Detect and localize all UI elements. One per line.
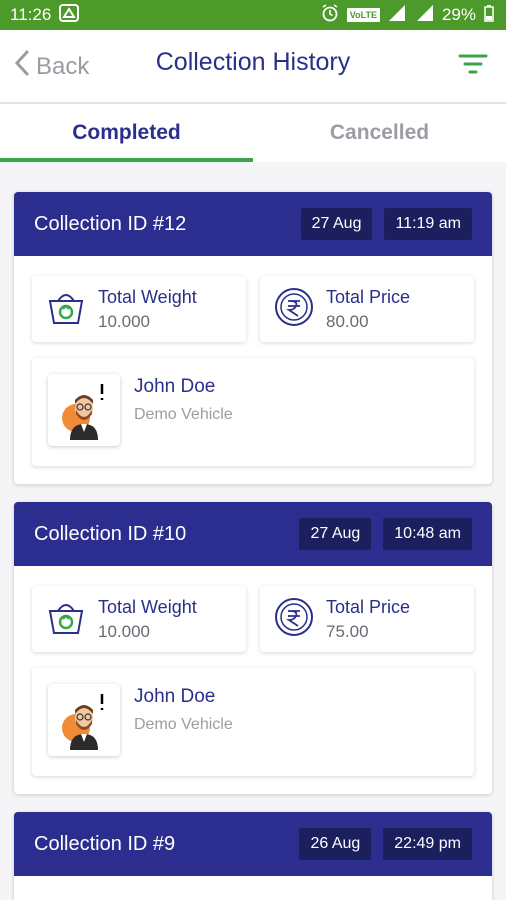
collection-id: Collection ID #10 bbox=[34, 522, 187, 545]
total-weight-box: Total Weight 10.000 bbox=[32, 276, 246, 342]
avatar bbox=[48, 684, 120, 756]
card-header: Collection ID #12 27 Aug 11:19 am bbox=[14, 192, 492, 256]
collector-box: John Doe Demo Vehicle bbox=[32, 358, 474, 466]
card-header: Collection ID #9 26 Aug 22:49 pm bbox=[14, 812, 492, 876]
app-notification-icon bbox=[59, 3, 80, 27]
collection-list: Collection ID #12 27 Aug 11:19 am Total … bbox=[0, 162, 506, 900]
status-bar: 11:26 VoLTE 29% bbox=[0, 0, 506, 30]
tab-cancelled[interactable]: Cancelled bbox=[253, 104, 506, 162]
collection-card[interactable]: Collection ID #10 27 Aug 10:48 am Total … bbox=[14, 502, 492, 794]
total-price-label: Total Price bbox=[326, 286, 411, 307]
total-weight-box: Total Weight 10.000 bbox=[32, 586, 246, 652]
date-badge: 27 Aug bbox=[299, 518, 372, 550]
battery-icon bbox=[484, 4, 494, 27]
time-badge: 11:19 am bbox=[384, 208, 472, 240]
rupee-coin-icon bbox=[274, 287, 314, 332]
date-badge: 27 Aug bbox=[300, 208, 373, 240]
card-header: Collection ID #10 27 Aug 10:48 am bbox=[14, 502, 492, 566]
alarm-icon bbox=[321, 3, 339, 27]
recycle-basket-icon bbox=[46, 597, 86, 642]
tab-bar: Completed Cancelled bbox=[0, 104, 506, 162]
collection-id: Collection ID #12 bbox=[34, 212, 187, 235]
time-badge: 22:49 pm bbox=[383, 828, 472, 860]
total-price-value: 80.00 bbox=[326, 311, 369, 331]
page-title: Collection History bbox=[155, 48, 351, 76]
total-price-box: Total Price 75.00 bbox=[260, 586, 474, 652]
total-price-box: Total Price 80.00 bbox=[260, 276, 474, 342]
date-badge: 26 Aug bbox=[299, 828, 372, 860]
total-weight-label: Total Weight bbox=[98, 286, 197, 307]
app-bar: Back Collection History bbox=[0, 30, 506, 104]
collection-card[interactable]: Collection ID #9 26 Aug 22:49 pm bbox=[14, 812, 492, 900]
filter-button[interactable] bbox=[458, 52, 488, 81]
signal-4g-icon bbox=[414, 4, 434, 27]
recycle-basket-icon bbox=[46, 287, 86, 332]
vehicle-name: Demo Vehicle bbox=[134, 406, 233, 423]
vehicle-name: Demo Vehicle bbox=[134, 716, 233, 733]
collector-box: John Doe Demo Vehicle bbox=[32, 668, 474, 776]
total-weight-label: Total Weight bbox=[98, 596, 197, 617]
collector-name: John Doe bbox=[134, 376, 216, 397]
rupee-coin-icon bbox=[274, 597, 314, 642]
collection-id: Collection ID #9 bbox=[34, 832, 176, 855]
active-tab-indicator bbox=[0, 158, 253, 162]
filter-icon bbox=[458, 54, 488, 80]
avatar bbox=[48, 374, 120, 446]
collector-name: John Doe bbox=[134, 686, 216, 707]
total-weight-value: 10.000 bbox=[98, 621, 150, 641]
total-weight-value: 10.000 bbox=[98, 311, 150, 331]
collection-card[interactable]: Collection ID #12 27 Aug 11:19 am Total … bbox=[14, 192, 492, 484]
battery-percent: 29% bbox=[441, 5, 476, 24]
total-price-label: Total Price bbox=[326, 596, 411, 617]
volte-badge: VoLTE bbox=[346, 8, 380, 22]
status-time: 11:26 bbox=[10, 5, 52, 24]
signal-icon bbox=[388, 4, 406, 27]
tab-completed[interactable]: Completed bbox=[0, 104, 253, 162]
total-price-value: 75.00 bbox=[326, 621, 369, 641]
time-badge: 10:48 am bbox=[383, 518, 472, 550]
